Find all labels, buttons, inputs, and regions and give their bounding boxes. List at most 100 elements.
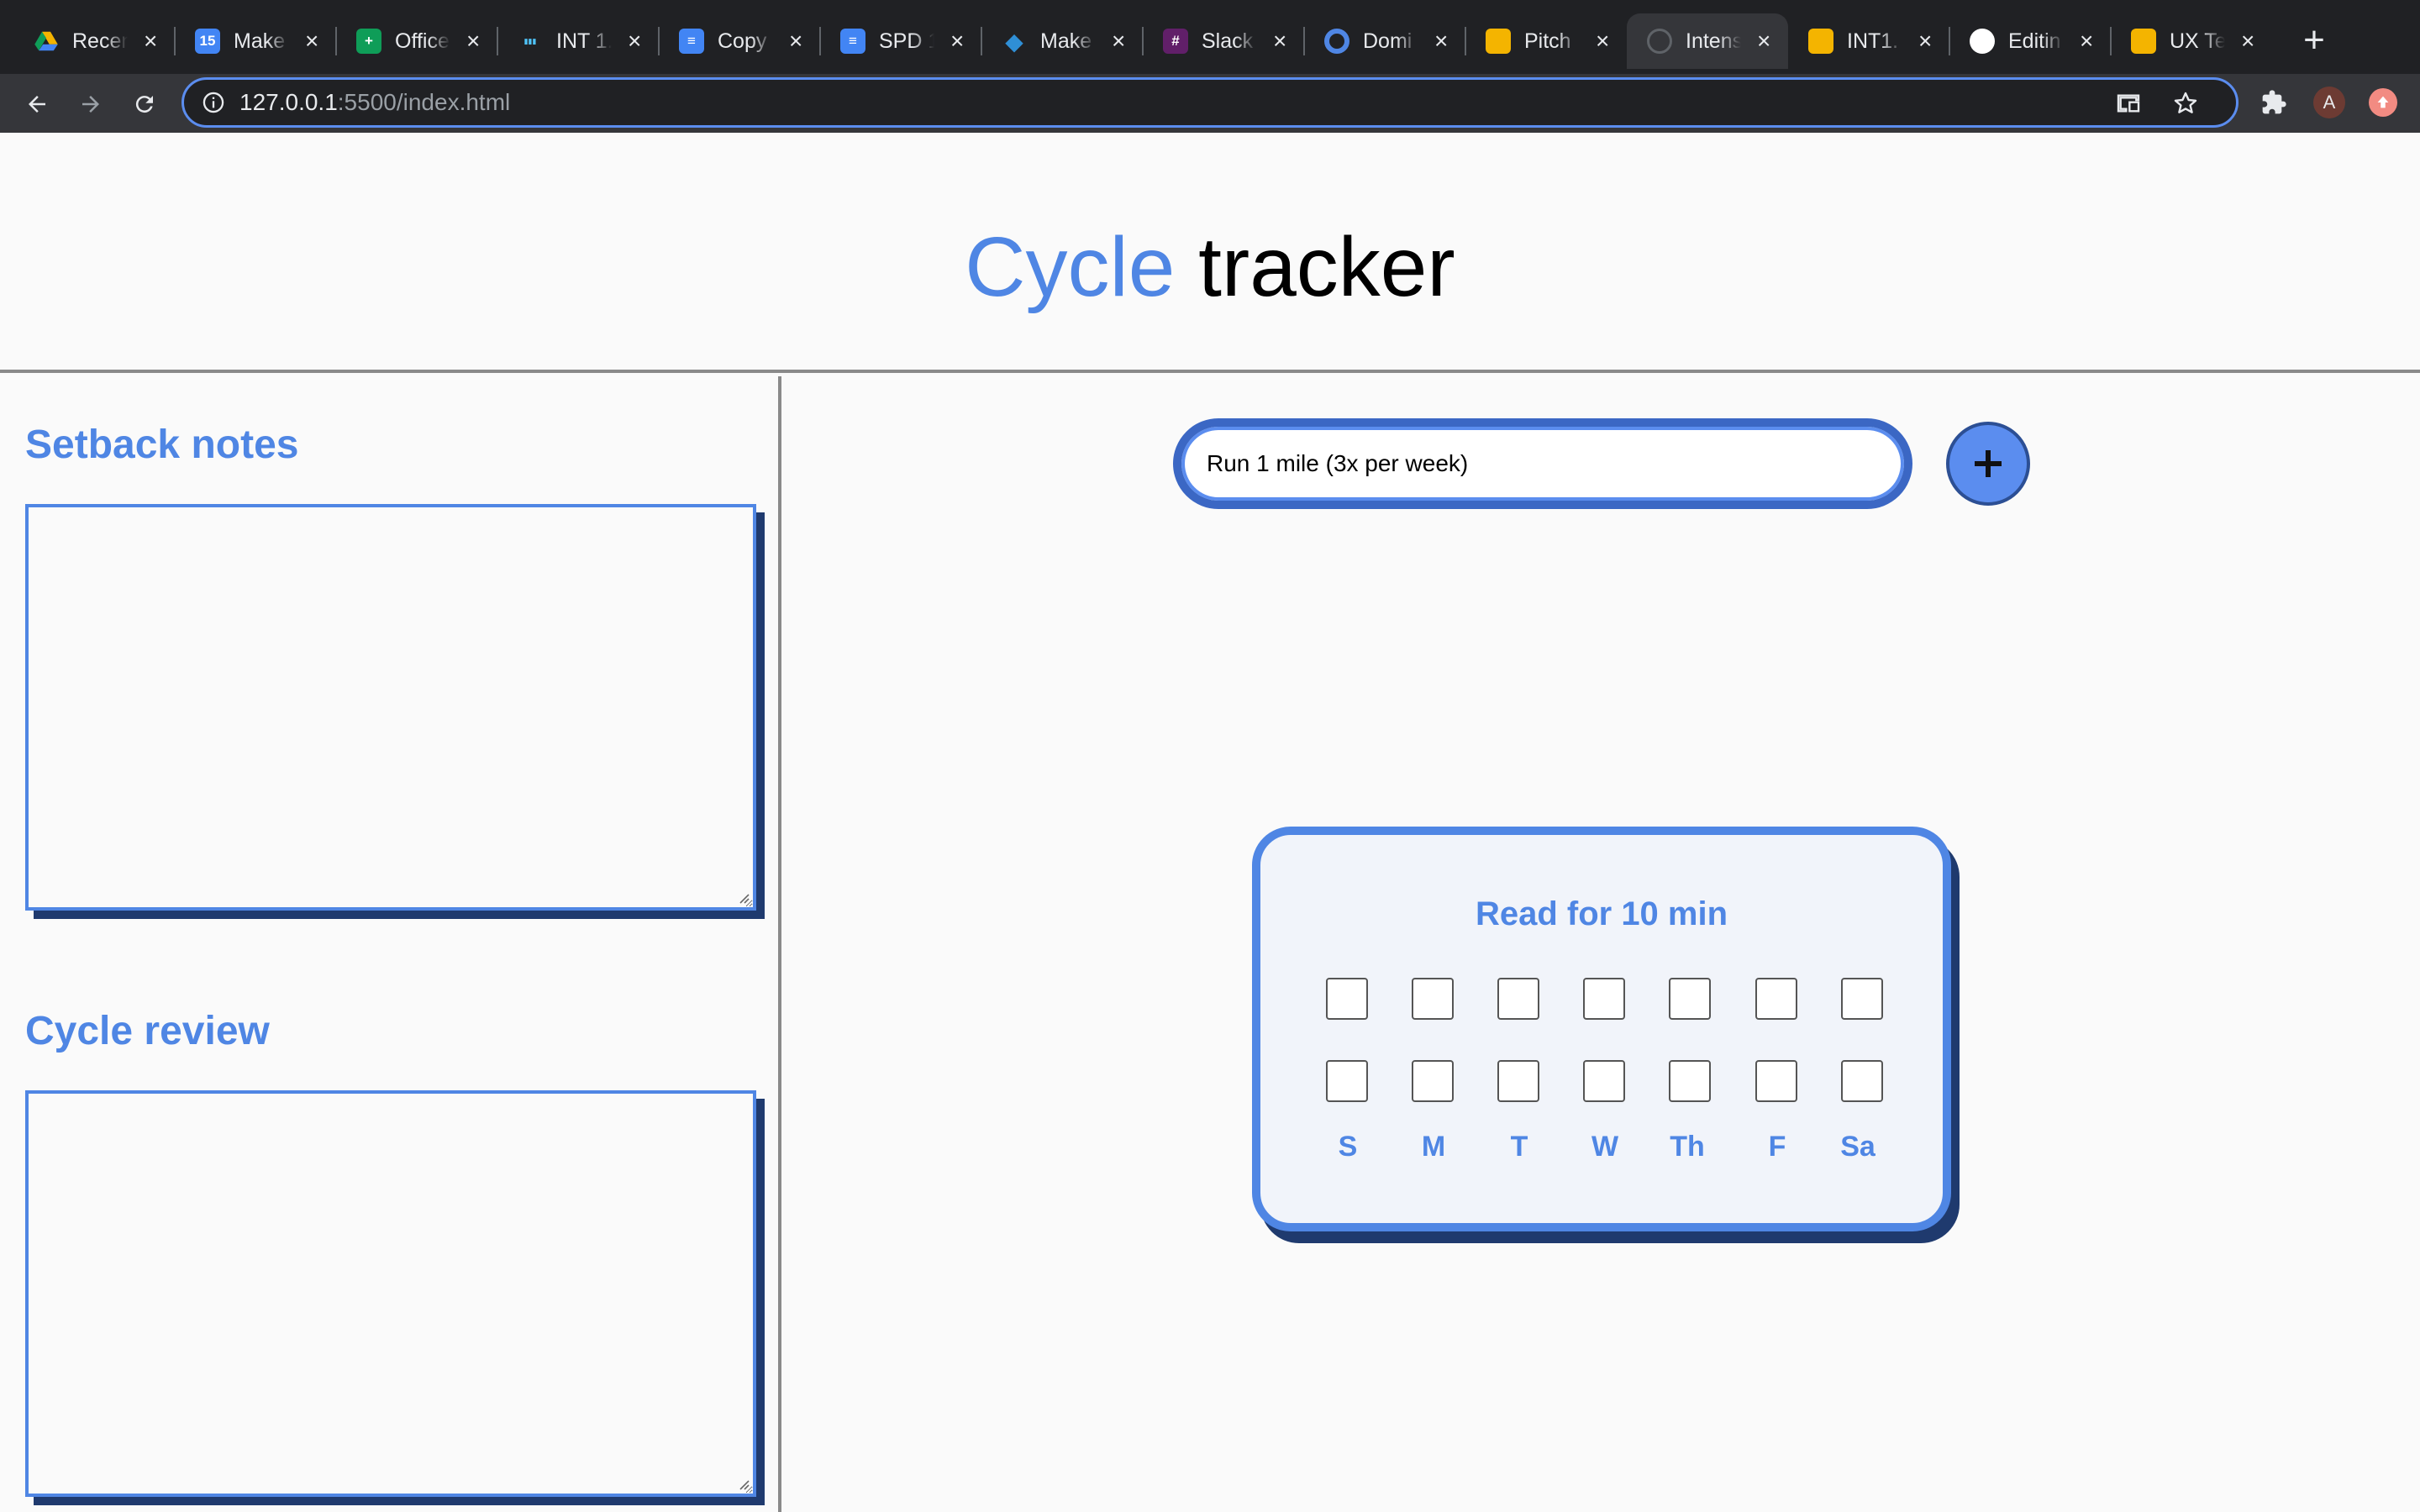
day-label: T bbox=[1510, 1131, 1528, 1163]
close-icon[interactable]: × bbox=[1591, 29, 1613, 53]
day-checkbox-m[interactable] bbox=[1412, 978, 1454, 1020]
google-calendar-icon: 15 bbox=[195, 29, 220, 54]
habit-input[interactable]: Run 1 mile (3x per week) bbox=[1173, 418, 1912, 509]
day-checkbox-f[interactable] bbox=[1755, 1060, 1797, 1102]
browser-tab[interactable]: INT1. × bbox=[1788, 13, 1949, 69]
cycle-review-textarea[interactable] bbox=[29, 1094, 753, 1494]
browser-tab[interactable]: ◆ Make × bbox=[981, 13, 1143, 69]
reload-button[interactable] bbox=[126, 86, 163, 123]
google-sheets-icon: + bbox=[356, 29, 381, 54]
habit-card-title: Read for 10 min bbox=[1475, 895, 1728, 932]
resize-grip-icon[interactable] bbox=[734, 1475, 750, 1490]
browser-tab[interactable]: # Slack × bbox=[1143, 13, 1304, 69]
day-checkbox-sa[interactable] bbox=[1841, 1060, 1883, 1102]
close-icon[interactable]: × bbox=[2075, 29, 2097, 53]
close-icon[interactable]: × bbox=[785, 29, 807, 53]
resize-grip-icon[interactable] bbox=[734, 889, 750, 904]
update-arrow-icon bbox=[2369, 88, 2397, 117]
browser-tab[interactable]: 15 Make × bbox=[175, 13, 336, 69]
tab-title: Make bbox=[234, 29, 286, 53]
tab-title: Copy bbox=[718, 29, 767, 53]
url-path: :5500/index.html bbox=[337, 89, 511, 115]
close-icon[interactable]: × bbox=[623, 29, 645, 53]
address-bar[interactable]: 127.0.0.1:5500/index.html bbox=[182, 77, 2238, 128]
close-icon[interactable]: × bbox=[1914, 29, 1936, 53]
day-checkbox-sa[interactable] bbox=[1841, 978, 1883, 1020]
cycle-review-box bbox=[25, 1090, 756, 1497]
day-checkbox-w[interactable] bbox=[1583, 978, 1625, 1020]
day-label: F bbox=[1768, 1131, 1786, 1163]
url-text: 127.0.0.1:5500/index.html bbox=[239, 89, 510, 116]
forward-button[interactable] bbox=[72, 86, 109, 123]
day-checkbox-m[interactable] bbox=[1412, 1060, 1454, 1102]
browser-tab[interactable]: ≡ Copy × bbox=[659, 13, 820, 69]
browser-chrome: Recent × 15 Make × + Office × ▮▮▮ INT 1. × ≡ Copy × ≡ S… bbox=[0, 0, 2420, 133]
browser-tab[interactable]: Recent × bbox=[13, 13, 175, 69]
tab-title: Office bbox=[395, 29, 450, 53]
close-icon[interactable]: × bbox=[2237, 29, 2259, 53]
plus-icon bbox=[1975, 450, 2002, 477]
close-icon[interactable]: × bbox=[1269, 29, 1291, 53]
setback-notes-textarea[interactable] bbox=[29, 507, 753, 907]
cast-icon[interactable] bbox=[2112, 87, 2145, 120]
browser-tab[interactable]: UX Te × bbox=[2111, 13, 2272, 69]
day-label: Sa bbox=[1840, 1131, 1876, 1163]
tab-title: INT1. bbox=[1847, 29, 1899, 53]
info-icon[interactable] bbox=[201, 90, 226, 115]
browser-tab[interactable]: Domi × bbox=[1304, 13, 1465, 69]
day-checkbox-w[interactable] bbox=[1583, 1060, 1625, 1102]
close-icon[interactable]: × bbox=[462, 29, 484, 53]
github-icon bbox=[1970, 29, 1995, 54]
update-button[interactable] bbox=[2365, 84, 2402, 121]
day-checkbox-s[interactable] bbox=[1326, 1060, 1368, 1102]
circle-logo-icon bbox=[1324, 29, 1349, 54]
app-header: Cycle tracker bbox=[0, 133, 2420, 373]
tab-separator bbox=[497, 27, 498, 55]
google-slides-icon bbox=[2131, 29, 2156, 54]
close-icon[interactable]: × bbox=[139, 29, 161, 53]
close-icon[interactable]: × bbox=[1430, 29, 1452, 53]
page-title: Cycle tracker bbox=[0, 225, 2420, 309]
day-checkbox-f[interactable] bbox=[1755, 978, 1797, 1020]
close-icon[interactable]: × bbox=[1753, 29, 1775, 53]
tab-separator bbox=[174, 27, 176, 55]
close-icon[interactable]: × bbox=[946, 29, 968, 53]
tab-separator bbox=[1949, 27, 1950, 55]
profile-avatar[interactable]: A bbox=[2311, 84, 2348, 121]
tab-title: Recent bbox=[72, 29, 129, 53]
back-button[interactable] bbox=[18, 86, 55, 123]
extensions-icon[interactable] bbox=[2255, 84, 2292, 121]
tab-separator bbox=[335, 27, 337, 55]
day-checkbox-s[interactable] bbox=[1326, 978, 1368, 1020]
star-icon[interactable] bbox=[2169, 87, 2202, 120]
tab-title: SPD 1 bbox=[879, 29, 935, 53]
day-checkbox-th[interactable] bbox=[1669, 1060, 1711, 1102]
browser-tab[interactable]: ≡ SPD 1 × bbox=[820, 13, 981, 69]
browser-tab[interactable]: Pitch × bbox=[1465, 13, 1627, 69]
tab-title: UX Te bbox=[2170, 29, 2226, 53]
close-icon[interactable]: × bbox=[301, 29, 323, 53]
add-habit-button[interactable] bbox=[1946, 422, 2030, 506]
tab-separator bbox=[1303, 27, 1305, 55]
tab-separator bbox=[658, 27, 660, 55]
day-checkbox-t[interactable] bbox=[1497, 978, 1539, 1020]
day-label: S bbox=[1338, 1131, 1358, 1163]
close-icon[interactable]: × bbox=[1107, 29, 1129, 53]
day-checkbox-th[interactable] bbox=[1669, 978, 1711, 1020]
new-tab-button[interactable]: + bbox=[2297, 22, 2331, 59]
day-checkbox-t[interactable] bbox=[1497, 1060, 1539, 1102]
browser-tab[interactable]: Intens × bbox=[1627, 13, 1788, 69]
browser-tab[interactable]: + Office × bbox=[336, 13, 497, 69]
arrow-left-icon bbox=[29, 96, 45, 113]
google-drive-icon bbox=[34, 29, 59, 54]
url-host: 127.0.0.1 bbox=[239, 89, 338, 115]
tab-separator bbox=[981, 27, 982, 55]
browser-tab[interactable]: Editin × bbox=[1949, 13, 2111, 69]
browser-tab[interactable]: ▮▮▮ INT 1. × bbox=[497, 13, 659, 69]
tab-title: INT 1. bbox=[556, 29, 613, 53]
day-label: M bbox=[1421, 1131, 1446, 1163]
globe-icon bbox=[1647, 29, 1672, 54]
diamond-icon: ◆ bbox=[1005, 28, 1023, 55]
slack-icon: # bbox=[1163, 29, 1188, 54]
day-label: W bbox=[1591, 1131, 1619, 1163]
